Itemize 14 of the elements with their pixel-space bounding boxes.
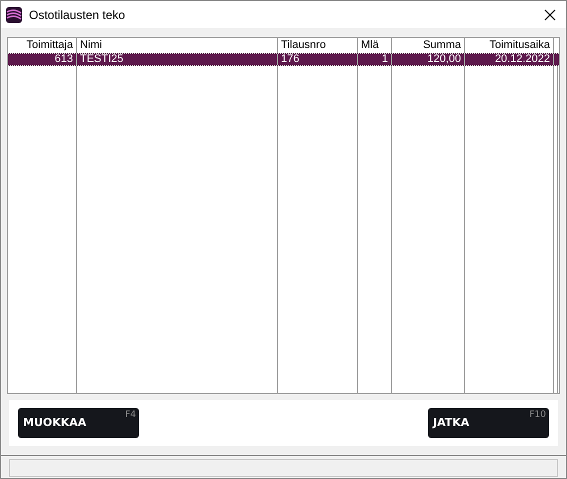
table-cell: 20.12.2022 <box>465 54 554 65</box>
app-logo-icon <box>6 6 22 22</box>
table-cell: 1 <box>358 54 392 65</box>
action-button[interactable]: MUOKKAA F4 <box>18 408 139 438</box>
table-cell: 176 <box>278 54 358 65</box>
window-title: Ostotilausten teko <box>29 6 126 24</box>
shortcut-label: F4 <box>125 409 136 422</box>
table-cell: TESTI25 <box>77 54 278 65</box>
shortcut-label: F10 <box>529 409 546 422</box>
table-cell: 613 <box>8 54 77 65</box>
table-row[interactable]: 613 TESTI25 176 1 120,00 20.12.2022 <box>8 53 559 66</box>
action-button[interactable]: JATKA F10 <box>428 408 549 438</box>
table-cell: 120,00 <box>392 54 465 65</box>
close-icon[interactable] <box>544 8 556 20</box>
